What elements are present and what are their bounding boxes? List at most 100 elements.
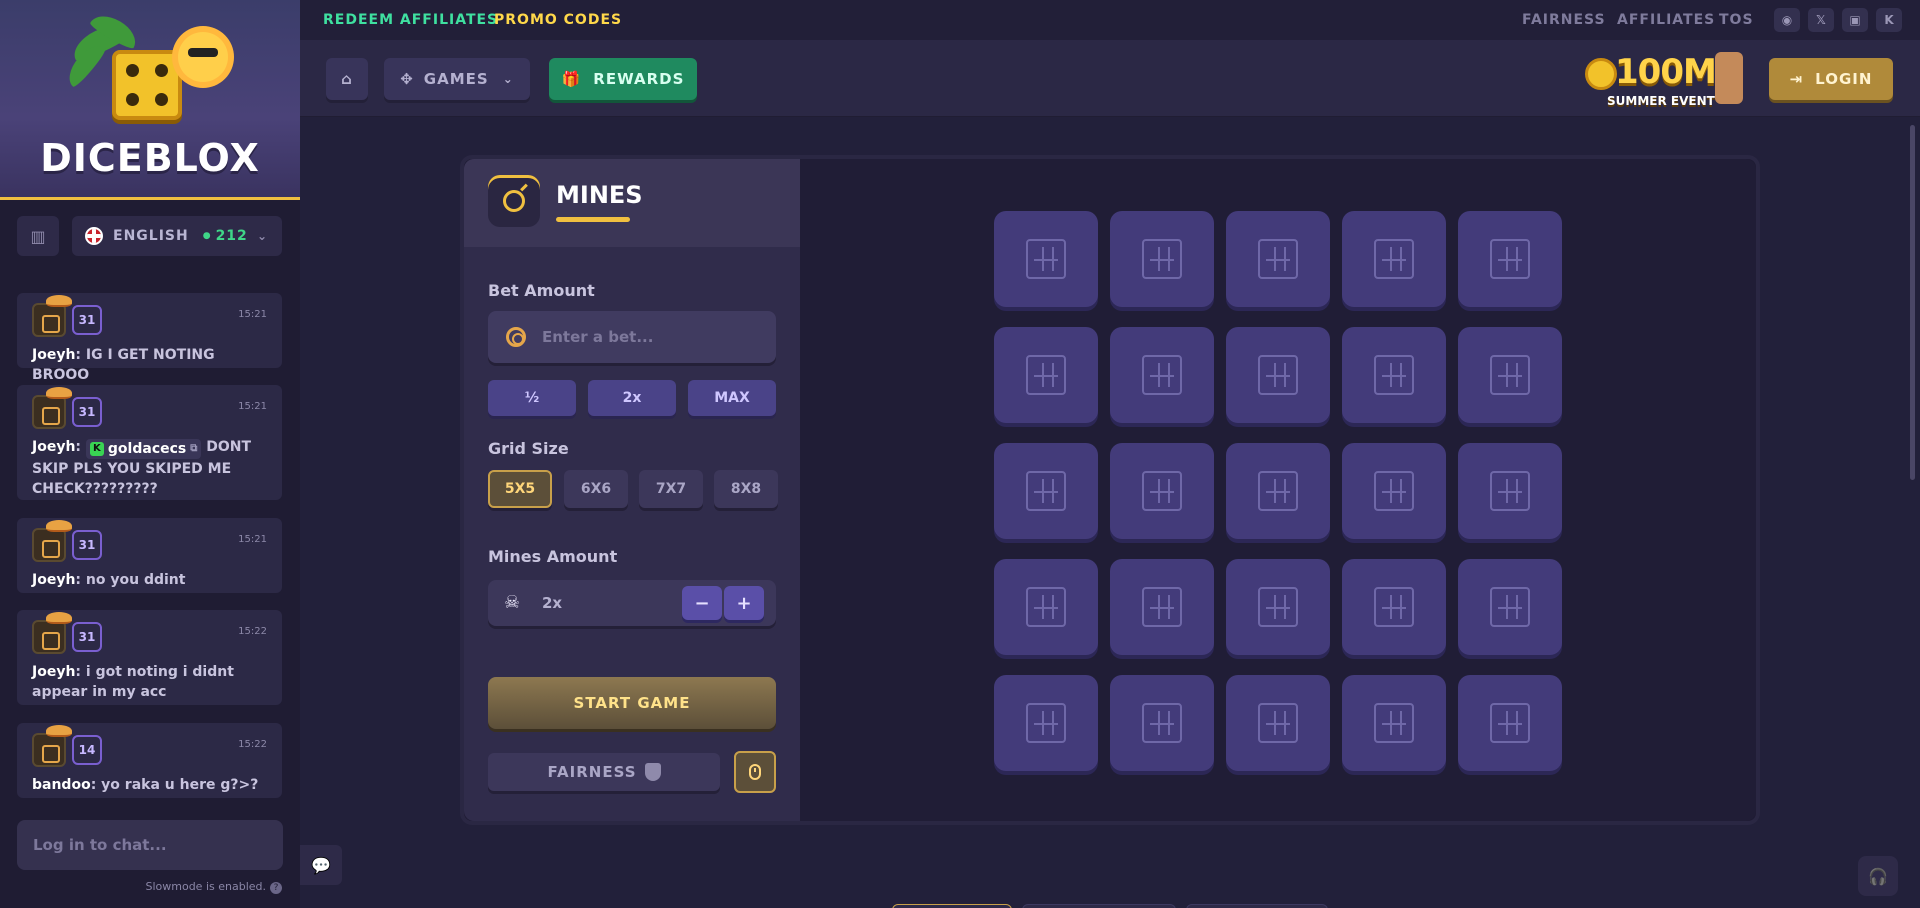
mine-tile[interactable]: [994, 675, 1098, 771]
discord-icon[interactable]: ◉: [1774, 8, 1800, 32]
mine-tile[interactable]: [1342, 443, 1446, 539]
tile-logo-icon: [1490, 703, 1530, 743]
user-mention[interactable]: Kgoldacecs ⧉: [85, 439, 202, 459]
mine-tile[interactable]: [1110, 675, 1214, 771]
mines-amount-field[interactable]: ☠ 2x − +: [488, 580, 776, 626]
bottom-tab[interactable]: [892, 904, 1012, 908]
login-button[interactable]: ⇥ LOGIN: [1769, 58, 1893, 100]
dice-logo-icon: [112, 50, 182, 120]
hat-icon: [46, 520, 72, 532]
rewards-button[interactable]: 🎁 REWARDS: [549, 58, 697, 100]
message-username[interactable]: Joeyh: [32, 347, 75, 363]
mine-tile[interactable]: [1110, 211, 1214, 307]
mine-tile[interactable]: [1458, 559, 1562, 655]
skull-icon: ☠: [504, 592, 521, 613]
user-avatar[interactable]: [32, 520, 72, 562]
coin-icon: [506, 327, 526, 347]
tile-logo-icon: [1142, 239, 1182, 279]
tile-logo-icon: [1374, 239, 1414, 279]
mine-tile[interactable]: [1342, 559, 1446, 655]
mine-tile[interactable]: [1226, 559, 1330, 655]
info-icon[interactable]: ?: [270, 882, 282, 894]
tile-logo-icon: [1374, 355, 1414, 395]
message-time: 15:21: [238, 401, 267, 412]
mine-tile[interactable]: [1458, 211, 1562, 307]
grid-size-label: Grid Size: [488, 439, 569, 458]
chat-message: 31 15:22 Joeyh: i got noting i didnt appea…: [17, 610, 282, 705]
logo-area[interactable]: DICEBLOX: [0, 0, 300, 200]
summer-event-banner[interactable]: 100M SUMMER EVENT: [1575, 48, 1750, 114]
language-selector[interactable]: ENGLISH ● 212 ⌄: [72, 216, 282, 256]
mine-tile[interactable]: [1226, 211, 1330, 307]
fairness-button[interactable]: FAIRNESS: [488, 753, 720, 791]
bet-amount-input[interactable]: Enter a bet...: [488, 311, 776, 363]
support-button[interactable]: 🎧: [1858, 856, 1898, 896]
start-game-button[interactable]: START GAME: [488, 677, 776, 729]
message-username[interactable]: Joeyh: [32, 572, 75, 588]
grid-size-option[interactable]: 5X5: [488, 470, 552, 508]
bottom-tab[interactable]: [1022, 904, 1176, 908]
mine-tile[interactable]: [1458, 675, 1562, 771]
kick-icon[interactable]: K: [1876, 8, 1902, 32]
affiliates-link[interactable]: AFFILIATES: [1617, 12, 1715, 28]
mine-tile[interactable]: [1226, 327, 1330, 423]
bet-multiplier-button[interactable]: ½: [488, 380, 576, 416]
mine-tile[interactable]: [1226, 443, 1330, 539]
grid-size-option[interactable]: 8X8: [714, 470, 778, 508]
user-avatar[interactable]: [32, 295, 72, 337]
mine-tile[interactable]: [1110, 559, 1214, 655]
message-username[interactable]: Joeyh: [32, 664, 75, 680]
mine-tile[interactable]: [1342, 327, 1446, 423]
login-label: LOGIN: [1815, 70, 1873, 88]
mine-tile[interactable]: [994, 443, 1098, 539]
bet-multiplier-button[interactable]: MAX: [688, 380, 776, 416]
mine-tile[interactable]: [1226, 675, 1330, 771]
grid-size-option[interactable]: 6X6: [564, 470, 628, 508]
mine-tile[interactable]: [1110, 327, 1214, 423]
message-username[interactable]: Joeyh: [32, 439, 75, 455]
language-label: ENGLISH: [113, 228, 189, 244]
chat-bubble-icon: 💬: [311, 855, 331, 875]
page-scrollbar[interactable]: [1910, 125, 1915, 480]
promo-codes-link[interactable]: PROMO CODES: [494, 12, 622, 28]
mine-tile[interactable]: [1342, 211, 1446, 307]
headset-icon: 🎧: [1868, 866, 1888, 886]
bet-multiplier-button[interactable]: 2x: [588, 380, 676, 416]
title-underline: [556, 217, 630, 222]
chat-rules-button[interactable]: ▥: [17, 216, 59, 256]
user-level-badge: 31: [72, 397, 102, 427]
grid-size-option[interactable]: 7X7: [639, 470, 703, 508]
auto-mode-button[interactable]: [734, 751, 776, 793]
x-icon[interactable]: 𝕏: [1808, 8, 1834, 32]
fairness-link[interactable]: FAIRNESS: [1522, 12, 1606, 28]
brand-logo: DICEBLOX: [40, 136, 260, 180]
user-avatar[interactable]: [32, 725, 72, 767]
mine-tile[interactable]: [994, 211, 1098, 307]
mine-tile[interactable]: [1458, 443, 1562, 539]
bottom-tab[interactable]: [1186, 904, 1328, 908]
user-avatar[interactable]: [32, 612, 72, 654]
chat-message: 31 15:21 Joeyh: no you ddint: [17, 518, 282, 593]
chat-toggle-button[interactable]: 💬: [300, 845, 342, 885]
home-button[interactable]: ⌂: [326, 58, 368, 100]
mine-tile[interactable]: [1342, 675, 1446, 771]
user-avatar[interactable]: [32, 387, 72, 429]
message-time: 15:22: [238, 739, 267, 750]
twitch-icon[interactable]: ▣: [1842, 8, 1868, 32]
mine-tile[interactable]: [994, 559, 1098, 655]
chevron-down-icon: ⌄: [502, 72, 514, 86]
games-dropdown[interactable]: ✥ GAMES ⌄: [384, 58, 530, 100]
mine-tile[interactable]: [994, 327, 1098, 423]
mine-tile[interactable]: [1110, 443, 1214, 539]
tos-link[interactable]: TOS: [1719, 12, 1754, 28]
increase-mines-button[interactable]: +: [724, 586, 764, 620]
user-level-badge: 31: [72, 622, 102, 652]
rewards-label: REWARDS: [593, 70, 685, 88]
mine-tile[interactable]: [1458, 327, 1562, 423]
kick-icon: K: [89, 442, 104, 456]
message-username[interactable]: bandoo: [32, 777, 91, 793]
gift-icon: 🎁: [561, 70, 582, 88]
decrease-mines-button[interactable]: −: [682, 586, 722, 620]
chat-input[interactable]: Log in to chat...: [17, 820, 283, 870]
redeem-affiliates-link[interactable]: REDEEM AFFILIATES: [323, 12, 498, 28]
